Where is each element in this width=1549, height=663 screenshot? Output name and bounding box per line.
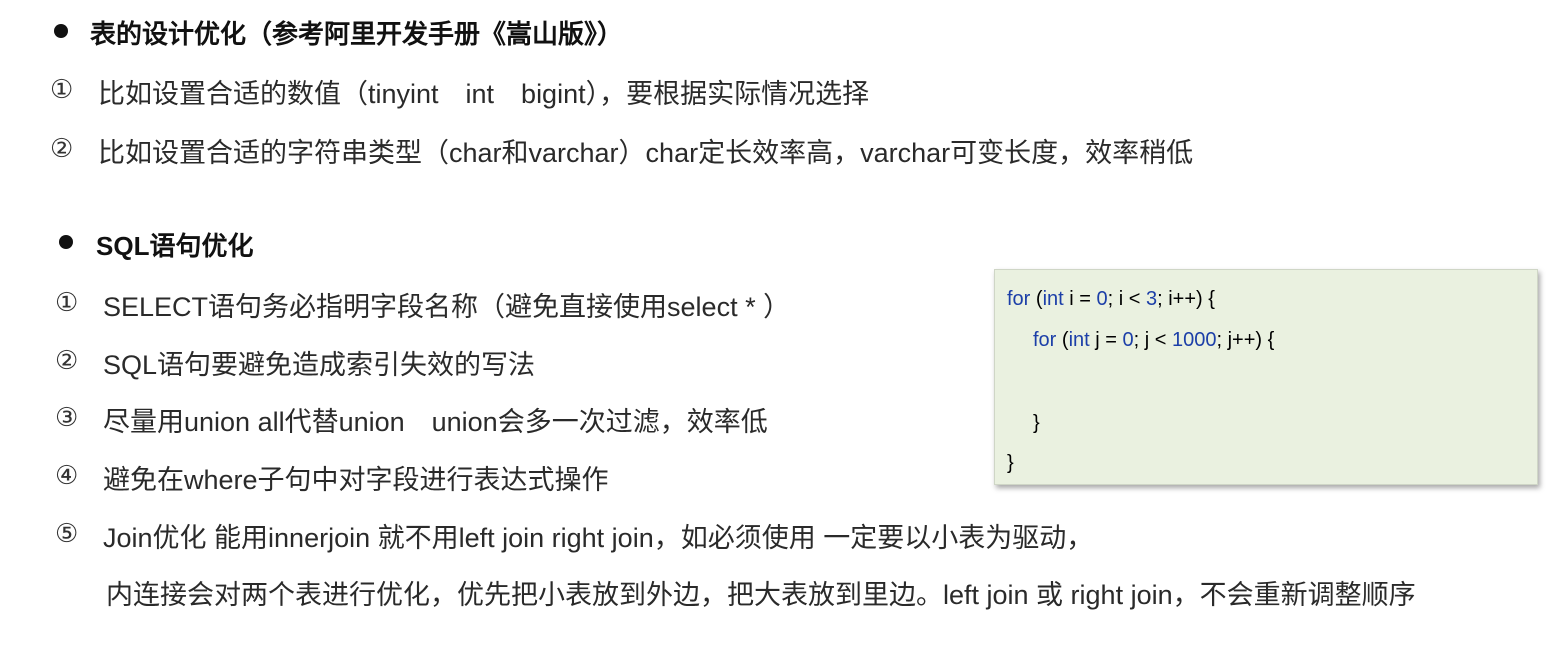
code-keyword: for <box>1007 288 1031 310</box>
code-line-inner-close: } <box>1033 412 1040 434</box>
code-number: 0 <box>1096 288 1108 310</box>
code-keyword: int <box>1068 329 1090 351</box>
code-number: 3 <box>1145 288 1158 310</box>
code-text: i = <box>1063 288 1097 310</box>
code-line-outer-close: } <box>1007 452 1014 474</box>
item-marker: ④ <box>55 460 79 490</box>
list-item-continuation: 内连接会对两个表进行优化，优先把小表放到外边，把大表放到里边。left join… <box>106 580 1416 610</box>
code-snippet-box: for (int i = 0; i < 3; i++) { for (int j… <box>994 269 1538 485</box>
section-heading-table-design: 表的设计优化（参考阿里开发手册《嵩山版》） <box>90 19 624 49</box>
code-text: ; i++) { <box>1157 288 1215 310</box>
code-text: ( <box>1056 329 1069 351</box>
code-text: ; j++) { <box>1216 329 1275 351</box>
item-marker: ① <box>50 74 74 104</box>
list-item-text: SELECT语句务必指明字段名称（避免直接使用select * ） <box>103 292 791 322</box>
item-marker: ③ <box>55 402 79 432</box>
list-item-text: 比如设置合适的数值（tinyint int bigint），要根据实际情况选择 <box>98 79 870 109</box>
code-number: 1000 <box>1171 329 1217 351</box>
list-item-text: 避免在where子句中对字段进行表达式操作 <box>103 465 609 495</box>
code-keyword: for <box>1033 329 1057 351</box>
list-item-text: 尽量用union all代替union union会多一次过滤，效率低 <box>103 407 768 437</box>
code-line-inner-for: for (int j = 0; j < 1000; j++) { <box>1033 329 1274 352</box>
item-marker: ② <box>50 133 74 163</box>
item-marker: ⑤ <box>55 518 79 548</box>
item-marker: ② <box>55 345 79 375</box>
code-keyword: int <box>1042 288 1064 310</box>
code-number: 0 <box>1122 329 1134 351</box>
code-text: ( <box>1030 288 1043 310</box>
code-text: ; i < <box>1107 288 1146 310</box>
code-text: j = <box>1089 329 1123 351</box>
section-heading-sql: SQL语句优化 <box>96 231 254 261</box>
item-marker: ① <box>55 287 79 317</box>
code-text: ; j < <box>1133 329 1172 351</box>
list-item-text: Join优化 能用innerjoin 就不用left join right jo… <box>103 523 1094 553</box>
list-item-text: 比如设置合适的字符串类型（char和varchar）char定长效率高，varc… <box>98 138 1194 168</box>
bullet-dot <box>59 235 73 249</box>
code-line-outer-for: for (int i = 0; i < 3; i++) { <box>1007 288 1215 311</box>
list-item-text: SQL语句要避免造成索引失效的写法 <box>103 350 536 380</box>
bullet-dot <box>54 24 68 38</box>
